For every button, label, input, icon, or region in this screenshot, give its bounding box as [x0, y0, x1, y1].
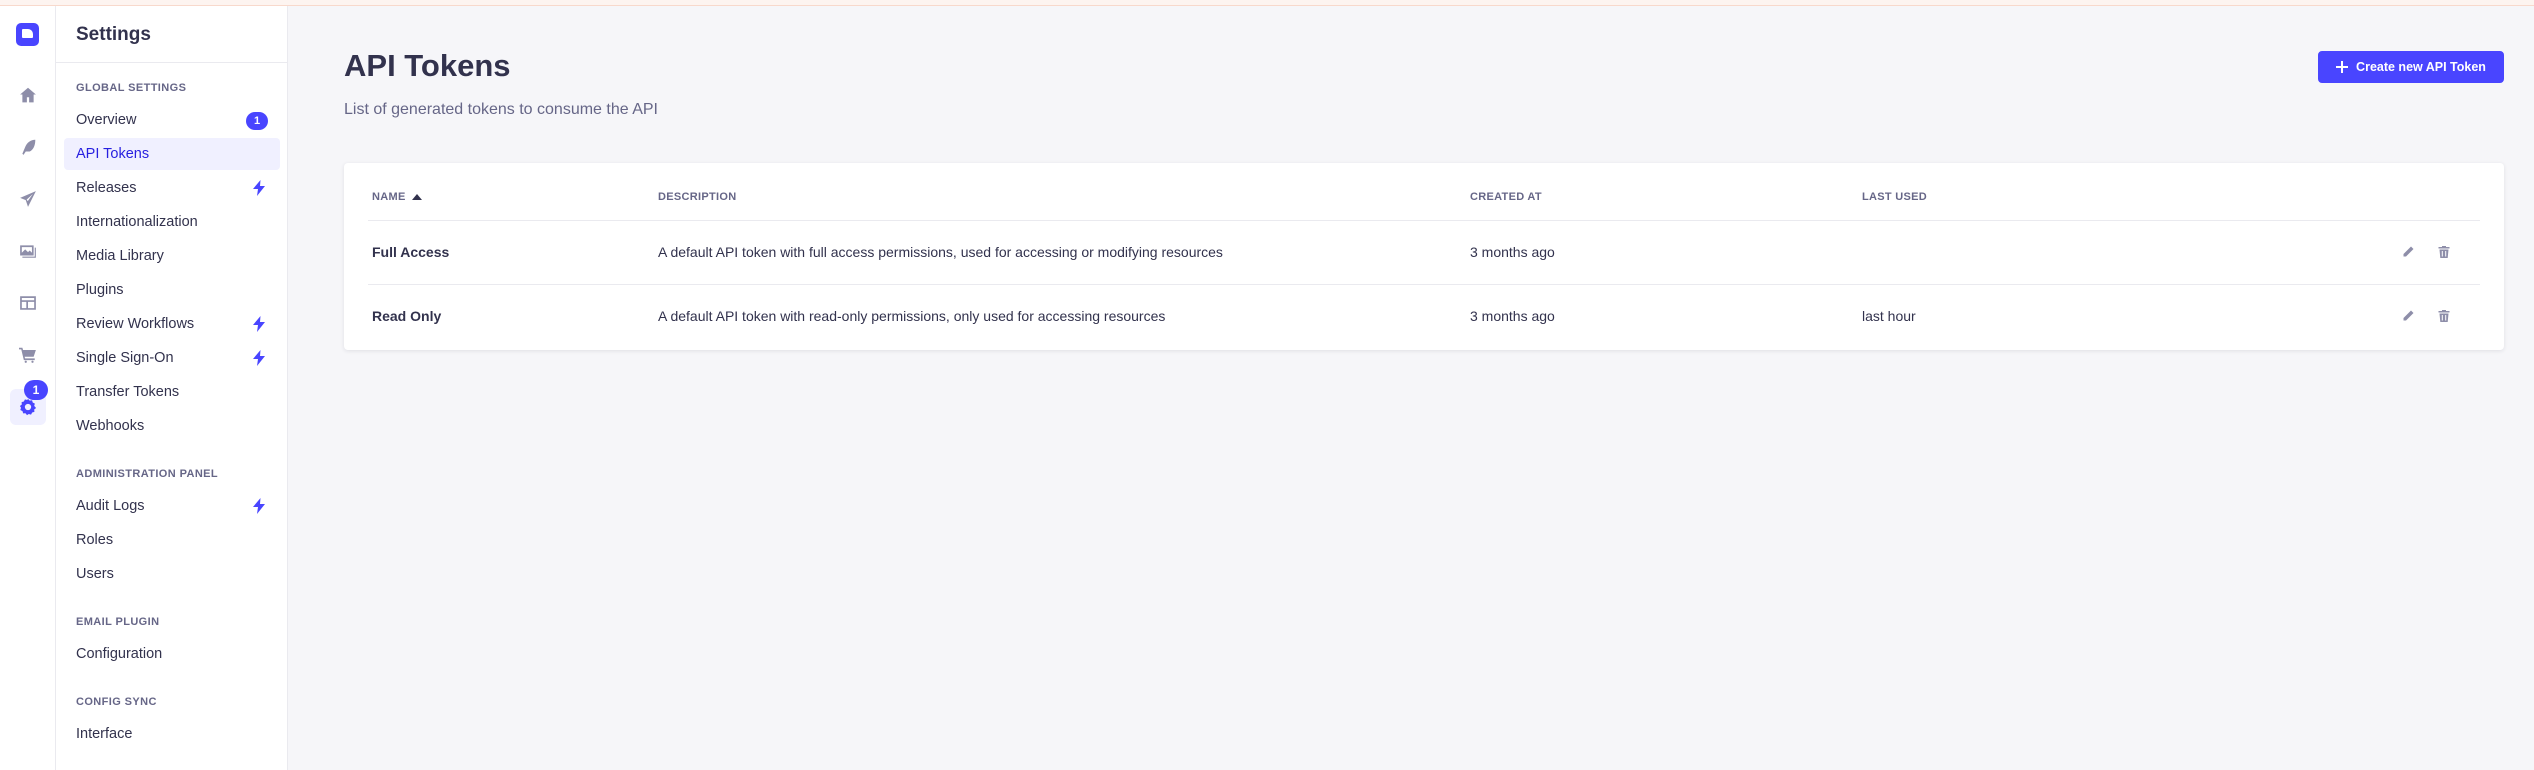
feather-icon[interactable]: [10, 129, 46, 165]
cart-icon[interactable]: [10, 337, 46, 373]
sidebar-item-releases[interactable]: Releases: [64, 172, 280, 204]
plus-icon: [2336, 61, 2349, 73]
sidebar-item-transfer-tokens[interactable]: Transfer Tokens: [64, 376, 280, 408]
sidebar-title: Settings: [76, 24, 151, 45]
edit-token-button[interactable]: [2396, 240, 2420, 264]
section-label-config-sync: CONFIG SYNC: [76, 696, 157, 708]
trash-icon: [2438, 310, 2450, 322]
main-nav-rail: 1: [0, 0, 56, 770]
api-tokens-table: NAME DESCRIPTION CREATED AT LAST USED Fu…: [344, 163, 2504, 350]
column-header-created-at: CREATED AT: [1470, 187, 1542, 207]
sidebar-item-users[interactable]: Users: [64, 558, 280, 590]
sidebar-item-label: Internationalization: [76, 214, 198, 230]
token-name: Read Only: [372, 308, 442, 324]
token-description: A default API token with full access per…: [658, 244, 1223, 260]
row-divider: [368, 220, 2480, 221]
page-title: API Tokens: [344, 48, 511, 83]
page-subtitle: List of generated tokens to consume the …: [344, 101, 658, 118]
bolt-icon: [253, 180, 265, 196]
sidebar-item-label: Users: [76, 566, 114, 582]
sidebar-item-audit-logs[interactable]: Audit Logs: [64, 490, 280, 522]
sidebar-item-label: Overview: [76, 112, 137, 128]
section-label-email-plugin: EMAIL PLUGIN: [76, 616, 160, 628]
paper-plane-icon[interactable]: [10, 181, 46, 217]
sidebar-item-internationalization[interactable]: Internationalization: [64, 206, 280, 238]
sidebar-item-interface[interactable]: Interface: [64, 718, 280, 750]
sidebar-item-label: Interface: [76, 726, 133, 742]
sidebar-divider: [56, 62, 288, 63]
sidebar-item-label: Transfer Tokens: [76, 384, 180, 400]
sidebar-item-webhooks[interactable]: Webhooks: [64, 410, 280, 442]
column-header-name[interactable]: NAME: [372, 187, 422, 207]
column-header-label: DESCRIPTION: [658, 191, 737, 203]
images-icon[interactable]: [10, 233, 46, 269]
token-description: A default API token with read-only permi…: [658, 308, 1166, 324]
bolt-icon: [253, 498, 265, 514]
pencil-icon: [2403, 246, 2414, 257]
column-header-label: LAST USED: [1862, 191, 1928, 203]
token-created-at: 3 months ago: [1470, 244, 1555, 260]
token-last-used: last hour: [1862, 308, 1916, 324]
settings-notification-badge: 1: [24, 380, 48, 400]
settings-sidebar: Settings GLOBAL SETTINGS Overview 1 API …: [56, 0, 288, 770]
create-api-token-label: Create new API Token: [2356, 60, 2486, 74]
sidebar-item-label: Review Workflows: [76, 316, 195, 332]
edit-token-button[interactable]: [2396, 304, 2420, 328]
sidebar-item-label: Webhooks: [76, 418, 145, 434]
sort-ascending-icon[interactable]: [411, 194, 422, 200]
create-api-token-button[interactable]: Create new API Token: [2318, 51, 2504, 83]
bolt-icon: [253, 316, 265, 332]
sidebar-item-single-sign-on[interactable]: Single Sign-On: [64, 342, 280, 374]
sidebar-item-roles[interactable]: Roles: [64, 524, 280, 556]
pencil-icon: [2403, 310, 2414, 321]
sidebar-item-api-tokens[interactable]: API Tokens: [64, 138, 280, 170]
sidebar-item-label: Single Sign-On: [76, 350, 174, 366]
layout-icon[interactable]: [10, 285, 46, 321]
overview-count-badge: 1: [246, 112, 268, 130]
column-header-last-used: LAST USED: [1862, 187, 1927, 207]
top-accent-line: [0, 0, 2534, 6]
sidebar-item-plugins[interactable]: Plugins: [64, 274, 280, 306]
sidebar-item-label: Configuration: [76, 646, 163, 662]
token-created-at: 3 months ago: [1470, 308, 1555, 324]
token-name: Full Access: [372, 244, 450, 260]
row-divider: [368, 284, 2480, 285]
trash-icon: [2438, 246, 2450, 258]
sidebar-item-label: Roles: [76, 532, 114, 548]
sidebar-item-label: Audit Logs: [76, 498, 145, 514]
sidebar-item-configuration[interactable]: Configuration: [64, 638, 280, 670]
sidebar-item-label: API Tokens: [76, 146, 150, 162]
delete-token-button[interactable]: [2432, 304, 2456, 328]
section-label-administration-panel: ADMINISTRATION PANEL: [76, 468, 219, 480]
home-icon[interactable]: [10, 77, 46, 113]
sidebar-item-review-workflows[interactable]: Review Workflows: [64, 308, 280, 340]
sidebar-item-label: Releases: [76, 180, 137, 196]
sidebar-item-label: Media Library: [76, 248, 164, 264]
column-header-label: CREATED AT: [1470, 191, 1542, 203]
sidebar-item-media-library[interactable]: Media Library: [64, 240, 280, 272]
delete-token-button[interactable]: [2432, 240, 2456, 264]
bolt-icon: [253, 350, 265, 366]
app-logo[interactable]: [16, 23, 39, 46]
sidebar-item-label: Plugins: [76, 282, 124, 298]
column-header-description: DESCRIPTION: [658, 187, 736, 207]
sidebar-item-overview[interactable]: Overview 1: [64, 104, 280, 136]
column-header-label: NAME: [372, 191, 406, 203]
section-label-global-settings: GLOBAL SETTINGS: [76, 82, 187, 94]
